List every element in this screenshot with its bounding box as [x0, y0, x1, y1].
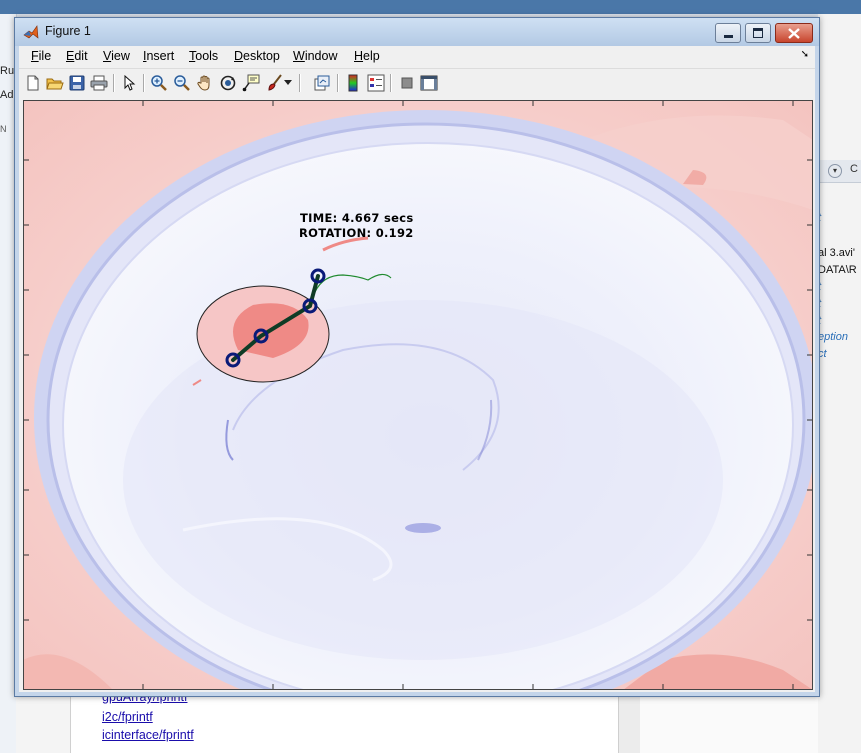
right-fragment: DATA\R [818, 264, 857, 276]
doc-panel [70, 696, 619, 753]
minimize-button[interactable] [715, 23, 741, 43]
desktop-right-toolbar: ▾ C [818, 160, 861, 183]
menu-help[interactable]: Help [354, 49, 380, 63]
menu-edit[interactable]: Edit [66, 49, 88, 63]
title-bar[interactable]: Figure 1 [15, 18, 819, 46]
right-fragment: eption [818, 331, 848, 343]
minimize-icon [723, 34, 733, 38]
edit-plot-arrow-icon[interactable] [119, 73, 139, 93]
left-fragment: Ad [0, 89, 14, 101]
rotate-3d-icon[interactable] [218, 73, 238, 93]
menu-tools[interactable]: Tools [189, 49, 218, 63]
chevron-down-icon[interactable]: ▾ [828, 164, 842, 178]
matlab-logo-icon [23, 25, 39, 39]
hide-plot-tools-icon[interactable] [397, 73, 417, 93]
new-figure-icon[interactable] [23, 73, 43, 93]
rotation-readout: ROTATION: 0.192 [299, 226, 414, 240]
brush-icon[interactable] [265, 73, 285, 93]
close-icon [788, 27, 800, 39]
window-title: Figure 1 [45, 24, 91, 38]
right-fragment: al 3.avi' [818, 247, 855, 259]
figure-toolbar [19, 68, 815, 98]
figure-canvas: TIME: 4.667 secs ROTATION: 0.192 [19, 96, 815, 692]
panel-label: C [850, 163, 858, 175]
doc-side-area [640, 696, 818, 753]
desktop-title-strip [0, 0, 861, 14]
left-fragment: N [0, 124, 7, 134]
zoom-in-icon[interactable] [149, 73, 169, 93]
doc-scrollbar[interactable] [618, 696, 641, 753]
menu-insert[interactable]: Insert [143, 49, 174, 63]
link-plot-icon[interactable] [312, 73, 332, 93]
maximize-button[interactable] [745, 23, 771, 43]
save-icon[interactable] [67, 73, 87, 93]
doc-link-i2c[interactable]: i2c/fprintf [102, 710, 153, 724]
left-fragment: Ru [0, 65, 15, 77]
open-file-icon[interactable] [45, 73, 65, 93]
print-icon[interactable] [89, 73, 109, 93]
maximize-icon [753, 28, 763, 38]
time-readout: TIME: 4.667 secs [300, 211, 414, 225]
zoom-out-icon[interactable] [172, 73, 192, 93]
pan-hand-icon[interactable] [195, 73, 215, 93]
close-button[interactable] [775, 23, 813, 43]
show-plot-tools-icon[interactable] [419, 73, 439, 93]
insert-legend-icon[interactable] [366, 73, 386, 93]
menu-window[interactable]: Window [293, 49, 337, 63]
doc-link-icinterface[interactable]: icinterface/fprintf [102, 728, 194, 742]
menu-view[interactable]: View [103, 49, 130, 63]
menu-dock-arrow-icon[interactable]: ➘ [801, 49, 809, 60]
doc-gutter [16, 696, 70, 753]
menu-bar: File Edit View Insert Tools Desktop Wind… [19, 46, 815, 68]
dish-spot [405, 523, 441, 533]
data-cursor-icon[interactable] [241, 73, 261, 93]
menu-desktop[interactable]: Desktop [234, 49, 280, 63]
plot-axes[interactable] [23, 100, 813, 690]
insert-colorbar-icon[interactable] [343, 73, 363, 93]
menu-file[interactable]: File [31, 49, 51, 63]
brush-dropdown-icon[interactable] [283, 73, 293, 93]
figure-window: Figure 1 File Edit View Insert Tools Des… [14, 17, 820, 697]
desktop-right-panel [818, 14, 861, 753]
